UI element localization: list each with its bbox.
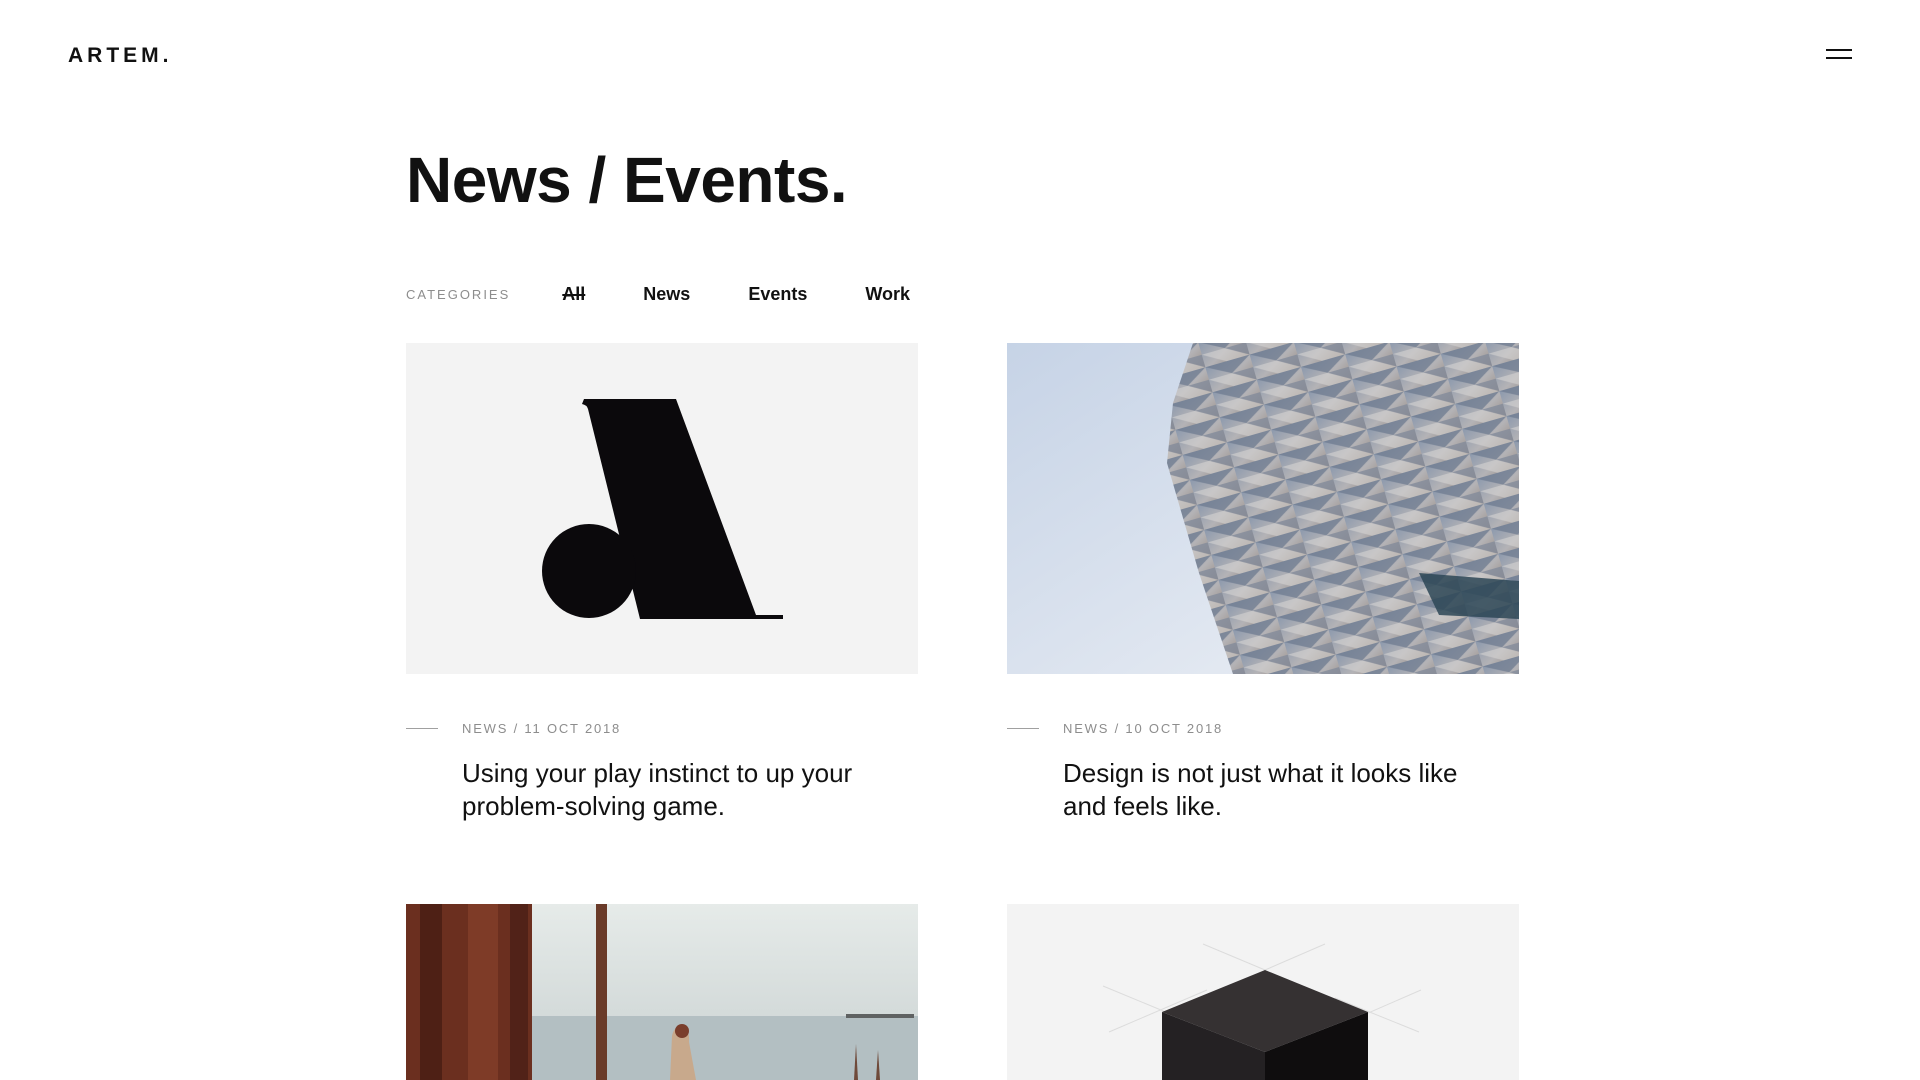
hamburger-menu-icon[interactable]: [1826, 44, 1852, 68]
category-filters: CATEGORIES All News Events Work: [406, 282, 968, 306]
menu-line: [1826, 57, 1852, 59]
meta-divider: [406, 728, 438, 729]
site-logo[interactable]: ARTEM.: [68, 44, 173, 68]
post-category-date: NEWS / 11 OCT 2018: [462, 721, 622, 736]
menu-line: [1826, 49, 1852, 51]
artem-logo-mark-image[interactable]: [406, 343, 918, 674]
forest-lake-person-image[interactable]: [406, 904, 918, 1080]
post-title[interactable]: Using your play instinct to up your prob…: [462, 757, 902, 823]
post-category-date: NEWS / 10 OCT 2018: [1063, 721, 1224, 736]
filter-news[interactable]: News: [643, 284, 690, 305]
post-meta: NEWS / 10 OCT 2018: [1007, 721, 1223, 736]
post-card[interactable]: NEWS / 10 OCT 2018 Design is not just wh…: [1007, 343, 1519, 821]
architecture-facade-image[interactable]: [1007, 343, 1519, 674]
post-card[interactable]: NEWS / 11 OCT 2018 Using your play insti…: [406, 343, 918, 821]
filter-work[interactable]: Work: [865, 284, 910, 305]
post-card[interactable]: [406, 904, 918, 1080]
post-meta: NEWS / 11 OCT 2018: [406, 721, 621, 736]
site-header: ARTEM.: [0, 0, 1920, 112]
post-title[interactable]: Design is not just what it looks like an…: [1063, 757, 1503, 823]
meta-divider: [1007, 728, 1039, 729]
post-card[interactable]: [1007, 904, 1519, 1080]
black-cube-image[interactable]: [1007, 904, 1519, 1080]
page-title: News / Events.: [406, 144, 848, 216]
filter-events[interactable]: Events: [748, 284, 807, 305]
filter-all[interactable]: All: [562, 284, 585, 305]
categories-label: CATEGORIES: [406, 286, 511, 302]
